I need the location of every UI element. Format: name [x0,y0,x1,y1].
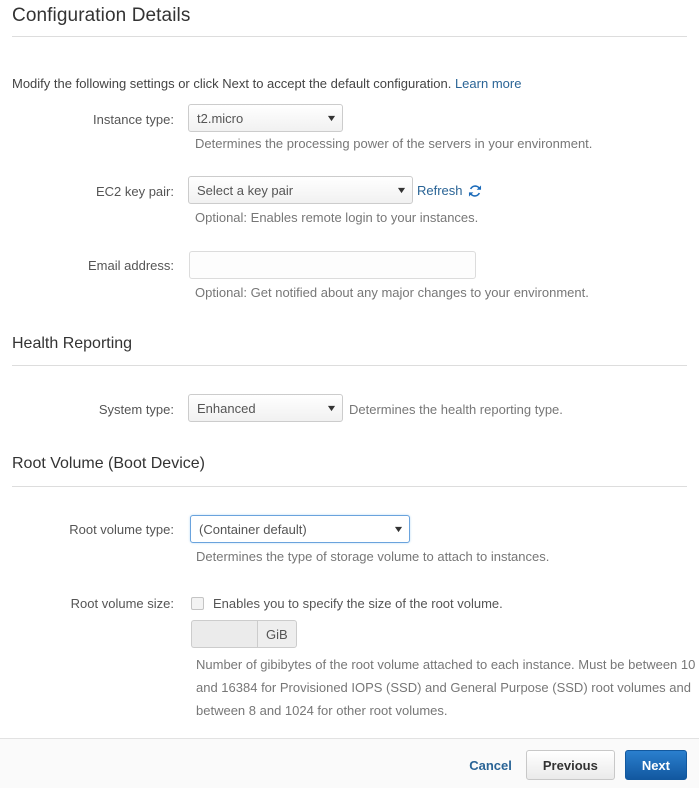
page-title: Configuration Details [12,5,191,26]
root-volume-size-label: Root volume size: [70,596,174,611]
configuration-details-page: Configuration Details Modify the followi… [0,0,699,788]
ec2-key-pair-help: Optional: Enables remote login to your i… [195,210,479,225]
section-title-root-volume: Root Volume (Boot Device) [12,455,205,472]
ec2-key-pair-select[interactable]: Select a key pair ▼ [188,176,413,204]
chevron-down-icon: ▼ [392,523,405,534]
learn-more-link[interactable]: Learn more [455,76,521,91]
system-type-value: Enhanced [197,400,256,416]
chevron-down-icon: ▼ [395,184,408,195]
root-volume-size-input-group: GiB [191,620,297,648]
next-button[interactable]: Next [624,750,687,780]
title-divider [12,36,687,37]
root-volume-size-unit: GiB [257,620,297,648]
system-type-select[interactable]: Enhanced ▼ [188,394,343,422]
intro-label: Modify the following settings or click N… [12,76,455,91]
email-address-help: Optional: Get notified about any major c… [195,285,589,300]
root-volume-type-select[interactable]: (Container default) ▼ [190,515,410,543]
root-volume-size-help: Number of gibibytes of the root volume a… [196,657,696,718]
health-reporting-divider [12,365,687,366]
root-volume-type-label: Root volume type: [69,522,174,537]
chevron-down-icon: ▼ [325,112,338,123]
section-title-health-reporting: Health Reporting [12,335,133,352]
ec2-key-pair-value: Select a key pair [197,182,294,198]
instance-type-help: Determines the processing power of the s… [195,136,593,151]
root-volume-size-input[interactable] [191,620,257,648]
email-address-input[interactable] [189,251,476,279]
refresh-label: Refresh [417,183,463,198]
email-address-label: Email address: [88,258,174,273]
system-type-help: Determines the health reporting type. [349,402,563,417]
previous-button[interactable]: Previous [525,750,615,780]
intro-text: Modify the following settings or click N… [12,76,521,91]
footer-button-row: Cancel Previous Next [465,750,687,780]
refresh-key-pairs-button[interactable]: Refresh [417,183,482,198]
root-volume-type-help: Determines the type of storage volume to… [196,549,550,564]
root-volume-size-checkbox-label: Enables you to specify the size of the r… [213,596,503,611]
instance-type-label: Instance type: [93,112,174,127]
root-volume-divider [12,486,687,487]
root-volume-type-value: (Container default) [199,521,307,537]
ec2-key-pair-label: EC2 key pair: [95,184,174,199]
refresh-icon [468,184,482,198]
footer-bar: Cancel Previous Next [0,738,699,788]
chevron-down-icon: ▼ [325,402,338,413]
instance-type-value: t2.micro [197,110,244,126]
system-type-label: System type: [98,402,174,417]
cancel-button[interactable]: Cancel [465,758,516,773]
root-volume-size-checkbox[interactable] [191,597,204,610]
instance-type-select[interactable]: t2.micro ▼ [188,104,343,132]
